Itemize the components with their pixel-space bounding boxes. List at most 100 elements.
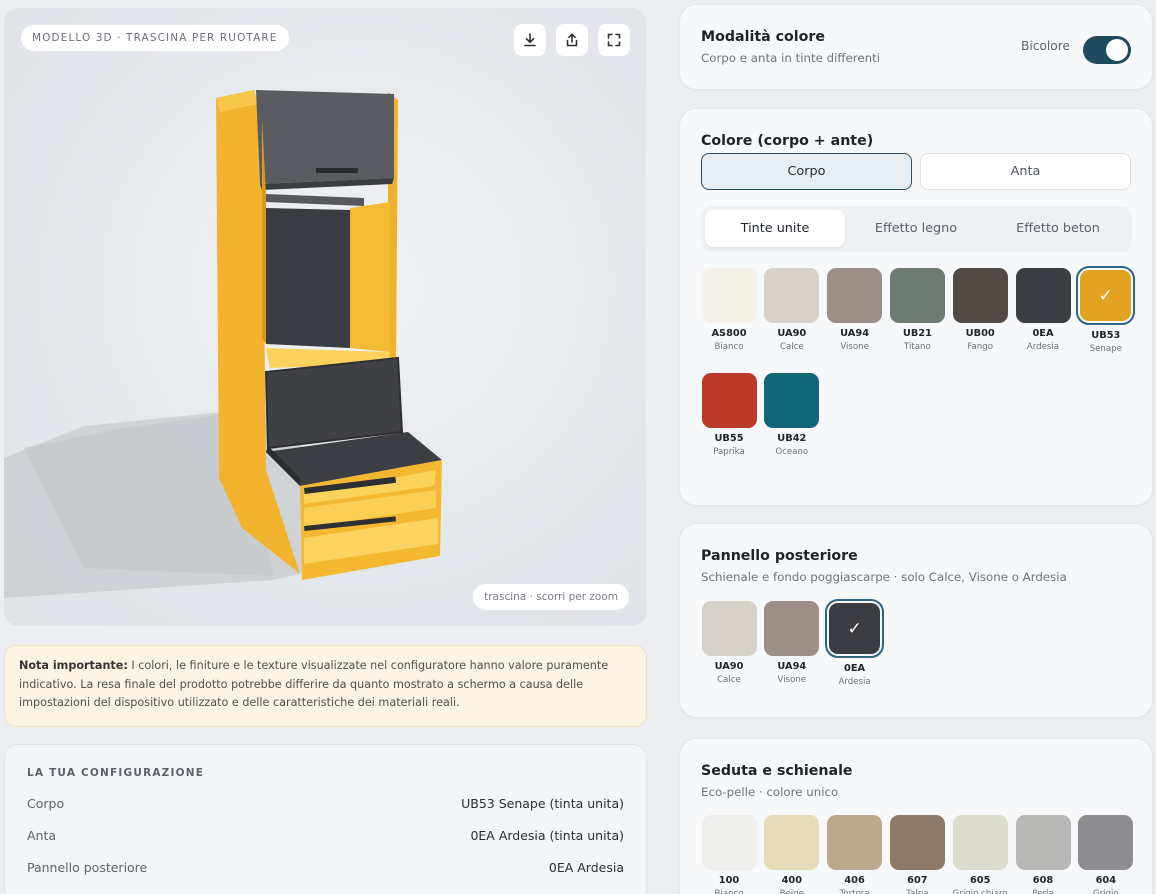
swatch-400[interactable]: 400 Beige xyxy=(764,815,820,894)
summary-value: 0EA Ardesia (tinta unita) xyxy=(470,827,624,843)
swatch-code: UB42 xyxy=(777,433,807,444)
summary-row: Corpo UB53 Senape (tinta unita) xyxy=(27,787,624,819)
swatch-as800[interactable]: AS800 Bianco xyxy=(701,268,757,352)
swatch-ub21[interactable]: UB21 Titano xyxy=(889,268,945,352)
seat-subtitle: Eco-pelle · colore unico xyxy=(701,785,839,799)
swatch-chip[interactable] xyxy=(701,268,757,323)
swatch-chip[interactable] xyxy=(701,601,757,656)
viewer-mode-tag: MODELLO 3D · TRASCINA PER RUOTARE xyxy=(21,25,289,51)
swatch-chip[interactable] xyxy=(827,268,883,323)
swatch-ua90[interactable]: UA90 Calce xyxy=(701,601,757,685)
swatch-chip[interactable] xyxy=(764,373,820,428)
swatch-code: UA94 xyxy=(840,328,870,339)
swatch-ua94[interactable]: UA94 Visone xyxy=(764,601,820,685)
swatch-0ea[interactable]: ✓ 0EA Ardesia xyxy=(825,599,885,687)
swatch-chip[interactable] xyxy=(1078,815,1134,870)
swatch-chip[interactable] xyxy=(701,815,757,870)
swatch-name: Paprika xyxy=(713,447,745,457)
summary-title: LA TUA CONFIGURAZIONE xyxy=(27,767,205,779)
target-anta-button[interactable]: Anta xyxy=(920,153,1131,190)
swatch-ub53[interactable]: ✓ UB53 Senape xyxy=(1076,266,1136,354)
swatch-name: Grigio xyxy=(1092,889,1119,894)
swatch-name: Calce xyxy=(717,675,741,685)
swatch-chip[interactable] xyxy=(827,815,883,870)
swatch-607[interactable]: 607 Talpa xyxy=(889,815,945,894)
color-mode-subtitle: Corpo e anta in tinte differenti xyxy=(701,51,880,65)
swatch-ub55[interactable]: UB55 Paprika xyxy=(701,373,757,457)
back-panel-card: Pannello posteriore Schienale e fondo po… xyxy=(679,523,1153,718)
swatch-chip[interactable] xyxy=(701,373,757,428)
swatch-code: UB21 xyxy=(902,328,932,339)
swatch-name: Perla xyxy=(1032,889,1054,894)
summary-label: Anta xyxy=(27,827,57,843)
swatch-chip[interactable] xyxy=(1015,268,1071,323)
swatch-ua94[interactable]: UA94 Visone xyxy=(827,268,883,352)
swatch-chip[interactable] xyxy=(764,601,820,656)
swatch-chip[interactable] xyxy=(889,815,945,870)
disclaimer-note: Nota importante: I colori, le finiture e… xyxy=(4,645,647,727)
swatch-chip[interactable]: ✓ xyxy=(825,599,885,658)
cabinet-3d-model[interactable] xyxy=(4,8,646,626)
swatch-100[interactable]: 100 Bianco xyxy=(701,815,757,894)
swatch-ub42[interactable]: UB42 Oceano xyxy=(764,373,820,457)
swatch-code: AS800 xyxy=(711,328,747,339)
fullscreen-icon xyxy=(607,33,621,47)
check-icon: ✓ xyxy=(1098,286,1113,306)
fullscreen-button[interactable] xyxy=(598,24,630,56)
swatch-ua90[interactable]: UA90 Calce xyxy=(764,268,820,352)
swatch-name: Titano xyxy=(904,342,931,352)
swatch-chip[interactable] xyxy=(1015,815,1071,870)
share-icon xyxy=(566,33,578,47)
swatch-code: UB53 xyxy=(1091,330,1121,341)
colors-title: Colore (corpo + ante) xyxy=(701,133,874,149)
summary-label: Corpo xyxy=(27,795,65,811)
viewer-hint: trascina · scorri per zoom xyxy=(473,584,629,610)
swatch-code: 406 xyxy=(844,875,865,886)
swatch-406[interactable]: 406 Tortora xyxy=(827,815,883,894)
swatch-chip[interactable]: ✓ xyxy=(1076,266,1136,325)
swatch-608[interactable]: 608 Perla xyxy=(1015,815,1071,894)
configuration-summary: LA TUA CONFIGURAZIONE Corpo UB53 Senape … xyxy=(4,744,647,894)
tab-effetto-legno[interactable]: Effetto legno xyxy=(846,210,986,247)
swatch-code: 100 xyxy=(718,875,740,886)
swatch-604[interactable]: 604 Grigio xyxy=(1078,815,1134,894)
share-button[interactable] xyxy=(556,24,588,56)
swatch-code: 0EA xyxy=(1032,328,1054,339)
seat-title: Seduta e schienale xyxy=(701,763,853,779)
target-corpo-button[interactable]: Corpo xyxy=(701,153,912,190)
swatch-code: 608 xyxy=(1032,875,1054,886)
swatch-name: Beige xyxy=(779,889,804,894)
swatch-code: 0EA xyxy=(844,663,866,674)
bicolor-toggle[interactable] xyxy=(1083,36,1131,64)
color-mode-card: Modalità colore Corpo e anta in tinte di… xyxy=(679,4,1153,90)
swatch-name: Visone xyxy=(840,342,869,352)
swatch-chip[interactable] xyxy=(952,815,1008,870)
swatch-name: Ardesia xyxy=(1026,342,1060,352)
swatch-name: Calce xyxy=(779,342,804,352)
tab-tinte-unite[interactable]: Tinte unite xyxy=(705,210,845,247)
swatch-name: Bianco xyxy=(714,342,744,352)
swatch-name: Talpa xyxy=(906,889,929,894)
download-button[interactable] xyxy=(514,24,546,56)
summary-label: Pannello posteriore xyxy=(27,859,148,875)
model-viewer[interactable]: MODELLO 3D · TRASCINA PER RUOTARE trasci… xyxy=(4,8,646,626)
swatch-chip[interactable] xyxy=(889,268,945,323)
swatch-chip[interactable] xyxy=(764,815,820,870)
back-panel-subtitle: Schienale e fondo poggiascarpe · solo Ca… xyxy=(701,570,1067,584)
swatch-name: Bianco xyxy=(714,889,744,894)
swatch-name: Oceano xyxy=(775,447,809,457)
swatch-0ea[interactable]: 0EA Ardesia xyxy=(1015,268,1071,352)
swatch-605[interactable]: 605 Grigio chiaro xyxy=(952,815,1008,894)
swatch-ub00[interactable]: UB00 Fango xyxy=(952,268,1008,352)
note-title: Nota importante: xyxy=(19,659,128,672)
swatch-chip[interactable] xyxy=(952,268,1008,323)
swatch-chip[interactable] xyxy=(764,268,820,323)
swatch-name: Ardesia xyxy=(838,677,871,687)
back-panel-title: Pannello posteriore xyxy=(701,548,858,564)
swatch-code: UB00 xyxy=(965,328,995,339)
swatch-name: Visone xyxy=(777,675,807,685)
finish-tabs: Tinte unite Effetto legno Effetto beton xyxy=(701,206,1132,252)
tab-effetto-beton[interactable]: Effetto beton xyxy=(988,210,1128,247)
swatch-code: 400 xyxy=(781,875,803,886)
seat-card: Seduta e schienale Eco-pelle · colore un… xyxy=(679,738,1153,894)
